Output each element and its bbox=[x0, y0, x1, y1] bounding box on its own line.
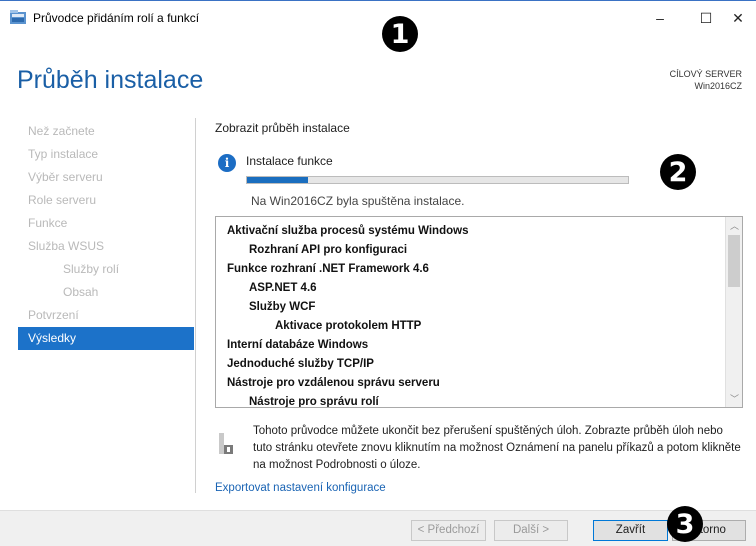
features-list: Aktivační služba procesů systému Windows… bbox=[216, 217, 726, 408]
close-window-button[interactable]: ✕ bbox=[720, 5, 756, 31]
feature-list-item: Aktivační služba procesů systému Windows bbox=[227, 225, 469, 237]
callout-marker-3: 3 bbox=[667, 506, 703, 542]
progress-bar bbox=[246, 176, 629, 184]
feature-list-item: ASP.NET 4.6 bbox=[249, 282, 317, 294]
feature-list-item: Interní databáze Windows bbox=[227, 339, 369, 351]
target-server-info: CÍLOVÝ SERVER Win2016CZ bbox=[670, 68, 742, 92]
feature-list-item: Funkce rozhraní .NET Framework 4.6 bbox=[227, 263, 429, 275]
feature-list-item: Nástroje pro vzdálenou správu serveru bbox=[227, 377, 440, 389]
target-server-name: Win2016CZ bbox=[694, 81, 742, 91]
nav-item-installation-type[interactable]: Typ instalace bbox=[18, 143, 194, 166]
feature-list-item: Služby WCF bbox=[249, 301, 316, 313]
page-title: Průběh instalace bbox=[17, 66, 204, 94]
title-bar: Průvodce přidáním rolí a funkcí – ☐ ✕ bbox=[0, 0, 756, 34]
nav-item-content[interactable]: Obsah bbox=[18, 281, 194, 304]
scroll-down-arrow-icon[interactable]: ﹀ bbox=[726, 390, 742, 407]
nav-item-features[interactable]: Funkce bbox=[18, 212, 194, 235]
feature-list-item: Nástroje pro správu rolí bbox=[249, 396, 379, 408]
feature-list-item: Aktivace protokolem HTTP bbox=[275, 320, 422, 332]
nav-item-server-selection[interactable]: Výběr serveru bbox=[18, 166, 194, 189]
wizard-nav: Než začnete Typ instalace Výběr serveru … bbox=[18, 120, 194, 350]
next-button[interactable]: Další > bbox=[494, 520, 568, 541]
feature-list-item: Rozhraní API pro konfiguraci bbox=[249, 244, 408, 256]
nav-item-server-roles[interactable]: Role serveru bbox=[18, 189, 194, 212]
nav-item-wsus[interactable]: Služba WSUS bbox=[18, 235, 194, 258]
features-listbox[interactable]: Aktivační služba procesů systému Windows… bbox=[215, 216, 743, 408]
nav-divider bbox=[195, 118, 196, 493]
section-label: Zobrazit průběh instalace bbox=[215, 121, 350, 135]
scrollbar-thumb[interactable] bbox=[728, 235, 740, 287]
status-title: Instalace funkce bbox=[246, 154, 333, 168]
nav-item-results[interactable]: Výsledky bbox=[18, 327, 194, 350]
target-server-label: CÍLOVÝ SERVER bbox=[669, 69, 742, 79]
minimize-button[interactable]: – bbox=[640, 5, 680, 31]
notification-flag-icon bbox=[219, 433, 233, 454]
info-icon: i bbox=[218, 154, 236, 172]
callout-marker-1: 1 bbox=[382, 16, 418, 52]
callout-marker-2: 2 bbox=[660, 154, 696, 190]
close-button[interactable]: Zavřít bbox=[593, 520, 668, 541]
scroll-up-arrow-icon[interactable]: ︿ bbox=[726, 217, 742, 234]
previous-button[interactable]: < Předchozí bbox=[411, 520, 486, 541]
server-manager-icon bbox=[10, 10, 26, 24]
feature-list-item: Jednoduché služby TCP/IP bbox=[227, 358, 374, 370]
listbox-scrollbar[interactable]: ︿ ﹀ bbox=[725, 217, 742, 407]
window-title: Průvodce přidáním rolí a funkcí bbox=[33, 11, 200, 25]
progress-fill bbox=[247, 177, 308, 183]
nav-item-before-you-begin[interactable]: Než začnete bbox=[18, 120, 194, 143]
export-config-link[interactable]: Exportovat nastavení konfigurace bbox=[215, 482, 386, 494]
nav-item-role-services[interactable]: Služby rolí bbox=[18, 258, 194, 281]
status-text: Na Win2016CZ byla spuštěna instalace. bbox=[251, 194, 465, 208]
nav-item-confirmation[interactable]: Potvrzení bbox=[18, 304, 194, 327]
footer-bar: < Předchozí Další > Zavřít Storno bbox=[0, 510, 756, 546]
note-text: Tohoto průvodce můžete ukončit bez přeru… bbox=[253, 425, 741, 471]
